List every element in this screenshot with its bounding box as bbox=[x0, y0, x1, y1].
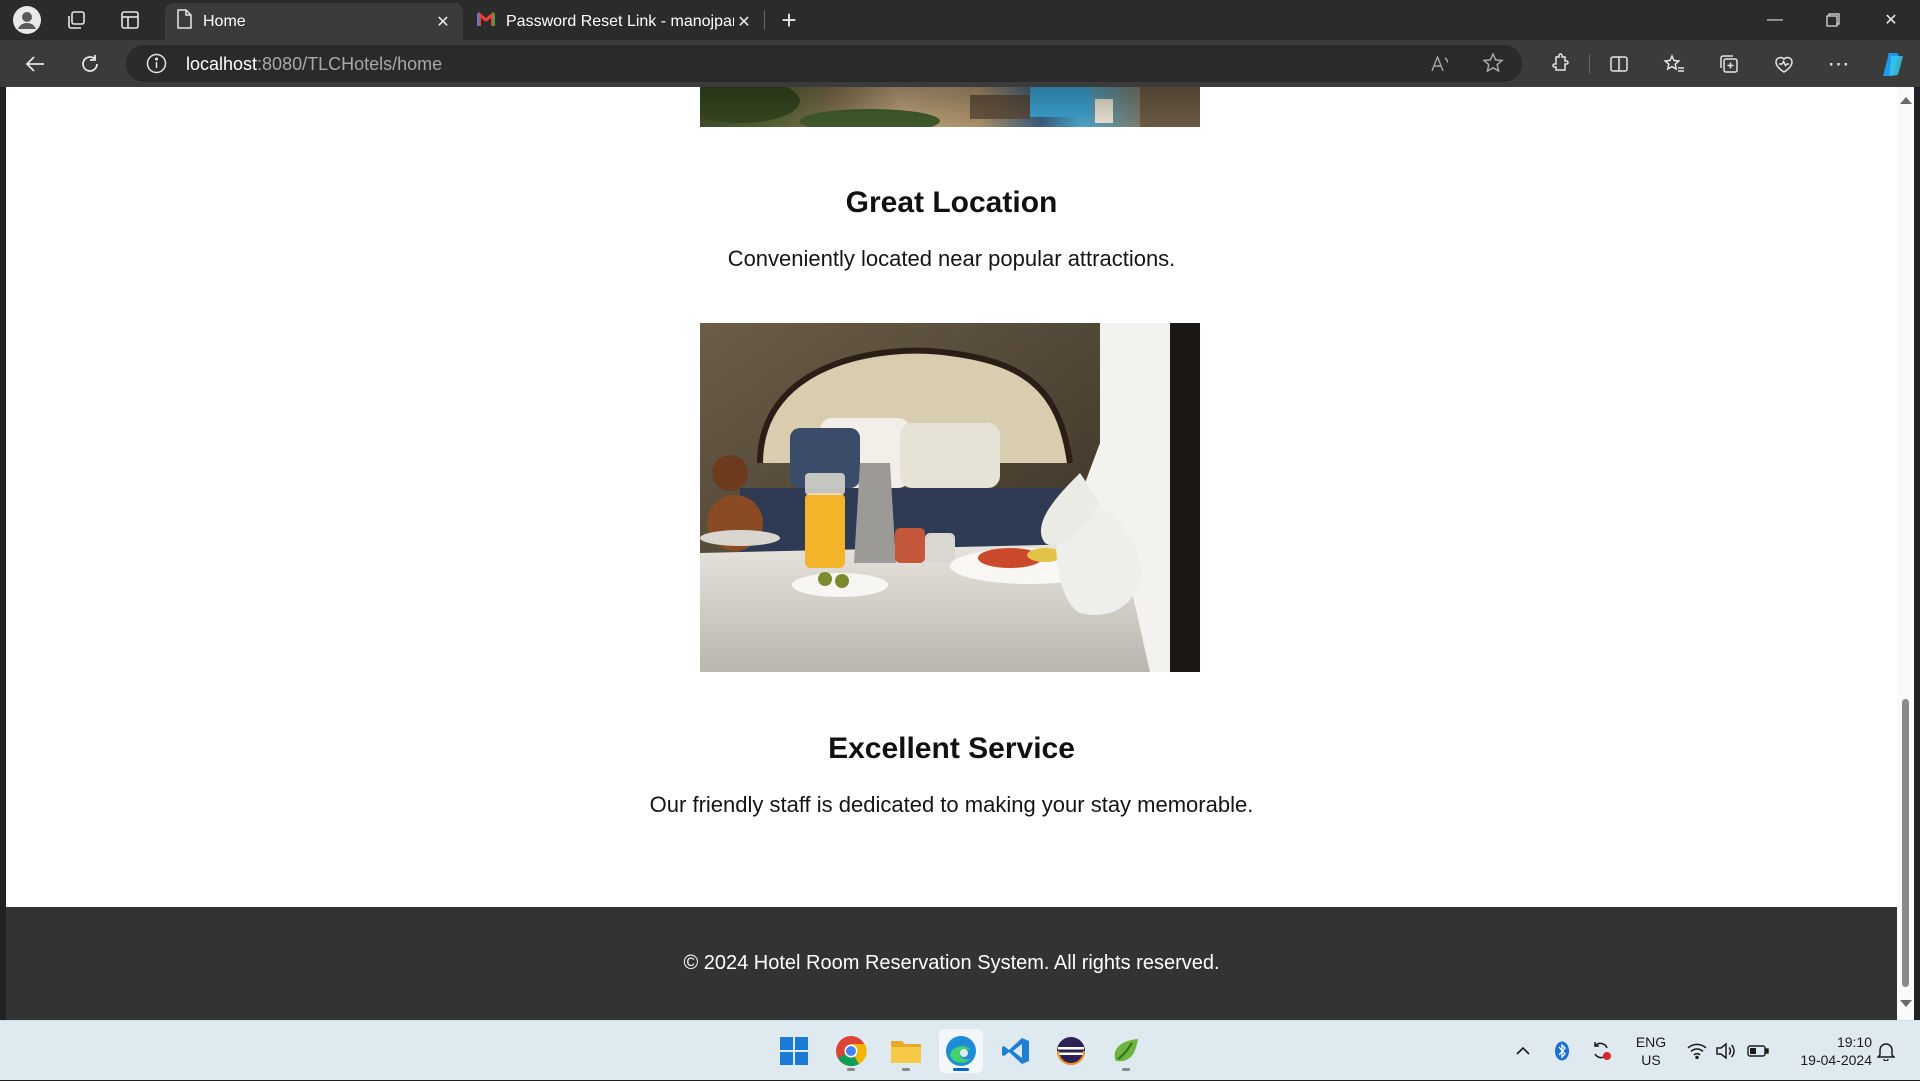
edge-icon[interactable] bbox=[939, 1029, 983, 1073]
feature-description: Conveniently located near popular attrac… bbox=[727, 246, 1176, 271]
restore-icon[interactable] bbox=[1804, 0, 1862, 40]
address-bar[interactable]: localhost:8080/TLCHotels/home bbox=[126, 45, 1522, 82]
scroll-up-arrow-icon[interactable] bbox=[1900, 97, 1912, 104]
settings-more-icon[interactable]: ⋯ bbox=[1822, 47, 1856, 81]
clock[interactable]: 19:10 19-04-2024 bbox=[1778, 1021, 1872, 1081]
extensions-icon[interactable] bbox=[1542, 47, 1576, 81]
workspaces-icon[interactable] bbox=[61, 4, 93, 36]
running-indicator bbox=[847, 1068, 855, 1071]
tab-actions-icon[interactable] bbox=[114, 4, 146, 36]
windows-taskbar: ENG US 19:10 19-04-2024 bbox=[0, 1020, 1920, 1080]
running-indicator bbox=[902, 1068, 910, 1071]
running-indicator bbox=[1122, 1068, 1130, 1071]
back-icon[interactable] bbox=[18, 47, 52, 81]
feature-description: Our friendly staff is dedicated to makin… bbox=[649, 792, 1254, 817]
tab-home[interactable]: Home ✕ bbox=[165, 3, 463, 40]
feature-title: Great Location bbox=[845, 186, 1058, 219]
show-hidden-icons-chevron-icon[interactable] bbox=[1513, 1021, 1533, 1081]
read-aloud-icon[interactable] bbox=[1429, 53, 1451, 80]
close-window-icon[interactable]: ✕ bbox=[1862, 0, 1920, 40]
battery-icon[interactable] bbox=[1745, 1021, 1771, 1081]
chrome-icon[interactable] bbox=[829, 1029, 873, 1073]
keyboard-region: US bbox=[1641, 1052, 1661, 1068]
page-viewport: Great Location Conveniently located near… bbox=[6, 87, 1897, 1020]
tab-divider bbox=[764, 10, 765, 30]
scroll-down-arrow-icon[interactable] bbox=[1900, 1000, 1912, 1007]
page-scrollbar[interactable] bbox=[1897, 87, 1914, 1020]
language-code: ENG bbox=[1635, 1034, 1667, 1050]
spring-tool-suite-icon[interactable] bbox=[1104, 1029, 1148, 1073]
sync-alert-icon[interactable] bbox=[1589, 1021, 1613, 1081]
room-service-photo bbox=[700, 323, 1200, 672]
window-controls: — ✕ bbox=[1746, 0, 1920, 40]
split-screen-icon[interactable] bbox=[1602, 47, 1636, 81]
page-footer: © 2024 Hotel Room Reservation System. Al… bbox=[6, 907, 1897, 1020]
browser-tab-strip: Home ✕ Password Reset Link - manojpanc ✕… bbox=[0, 0, 1920, 40]
scroll-thumb[interactable] bbox=[1902, 699, 1909, 987]
minimize-icon[interactable]: — bbox=[1746, 0, 1804, 40]
page-icon bbox=[175, 9, 193, 34]
url-host: localhost bbox=[186, 54, 258, 74]
collections-icon[interactable] bbox=[1712, 47, 1746, 81]
clock-date: 19-04-2024 bbox=[1800, 1052, 1872, 1068]
hotel-terrace-photo bbox=[700, 87, 1200, 127]
tab-password-reset[interactable]: Password Reset Link - manojpanc ✕ bbox=[466, 3, 764, 40]
running-indicator bbox=[953, 1068, 969, 1071]
gmail-icon bbox=[476, 11, 496, 32]
feature-title: Excellent Service bbox=[828, 732, 1075, 765]
site-info-icon[interactable] bbox=[146, 53, 167, 79]
close-tab-icon[interactable]: ✕ bbox=[433, 12, 453, 32]
copilot-icon[interactable] bbox=[1876, 47, 1910, 81]
refresh-icon[interactable] bbox=[73, 47, 107, 81]
url-text[interactable]: localhost:8080/TLCHotels/home bbox=[186, 54, 442, 75]
wifi-icon[interactable] bbox=[1685, 1021, 1709, 1081]
windows-start-icon[interactable] bbox=[772, 1029, 816, 1073]
file-explorer-icon[interactable] bbox=[884, 1029, 928, 1073]
url-path: :8080/TLCHotels/home bbox=[257, 54, 443, 74]
browser-toolbar: localhost:8080/TLCHotels/home ⋯ bbox=[0, 40, 1920, 87]
clock-time: 19:10 bbox=[1836, 1034, 1872, 1050]
browser-essentials-icon[interactable] bbox=[1767, 47, 1801, 81]
eclipse-icon[interactable] bbox=[1049, 1029, 1093, 1073]
bluetooth-icon[interactable] bbox=[1552, 1021, 1572, 1081]
volume-icon[interactable] bbox=[1713, 1021, 1737, 1081]
tab-title: Password Reset Link - manojpanc bbox=[506, 12, 734, 30]
close-tab-icon[interactable]: ✕ bbox=[734, 12, 754, 32]
tab-title: Home bbox=[203, 12, 246, 30]
favorites-icon[interactable] bbox=[1657, 47, 1691, 81]
toolbar-divider bbox=[1589, 54, 1590, 74]
footer-copyright: © 2024 Hotel Room Reservation System. Al… bbox=[683, 952, 1220, 974]
language-indicator[interactable]: ENG US bbox=[1627, 1021, 1675, 1081]
profile-avatar-icon[interactable] bbox=[11, 4, 43, 36]
new-tab-button[interactable]: + bbox=[773, 4, 805, 36]
notifications-bell-icon[interactable] bbox=[1874, 1021, 1898, 1081]
vscode-icon[interactable] bbox=[994, 1029, 1038, 1073]
favorite-star-icon[interactable] bbox=[1482, 52, 1504, 79]
